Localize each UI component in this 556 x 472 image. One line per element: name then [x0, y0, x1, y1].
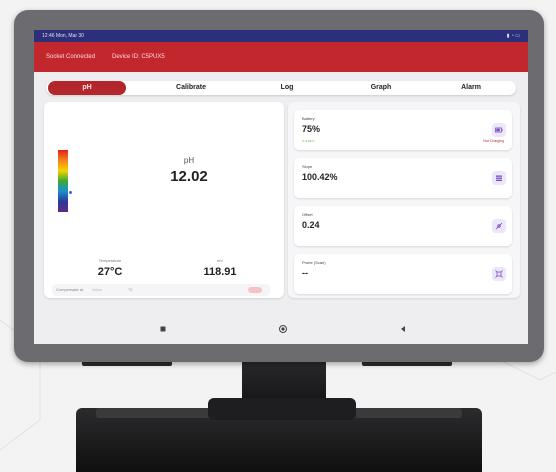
slope-value: 100.42%: [302, 172, 338, 182]
slope-title: Slope: [302, 164, 313, 169]
probe-value: --: [302, 268, 308, 278]
tab-log[interactable]: Log: [242, 81, 332, 95]
offset-title: Offset: [302, 212, 313, 217]
reading-panel: pH 12.02 Temperature 27°C mV 118.91 Comp…: [44, 102, 284, 298]
recents-icon[interactable]: [158, 324, 168, 334]
tab-ph[interactable]: pH: [48, 81, 126, 95]
back-icon[interactable]: [398, 324, 408, 334]
battery-card: Battery 75% V: 3.92 V Not Charging: [294, 110, 512, 150]
offset-card: Offset 0.24: [294, 206, 512, 246]
slope-card: Slope 100.42%: [294, 158, 512, 198]
device-id: Device ID: C5PUX5: [112, 54, 165, 60]
mv-value: 118.91: [203, 266, 237, 278]
home-icon[interactable]: [278, 324, 288, 334]
temperature-value: 27°C: [97, 266, 123, 278]
ph-color-scale: [58, 150, 68, 212]
temperature-label: Temperature: [98, 258, 122, 263]
tab-bar: pH Calibrate Log Graph Alarm: [46, 81, 516, 95]
offset-value: 0.24: [302, 220, 320, 230]
mv-label: mV: [217, 258, 223, 263]
probe-title: Probe (Scan): [302, 260, 326, 265]
ph-value: 12.02: [170, 168, 208, 185]
stand-collar: [208, 398, 356, 420]
tab-graph[interactable]: Graph: [336, 81, 426, 95]
battery-voltage: V: 3.92 V: [302, 139, 315, 143]
tab-calibrate[interactable]: Calibrate: [146, 81, 236, 95]
compensation-label: Compensate at: [56, 287, 84, 292]
offset-icon: [492, 219, 506, 233]
battery-icon: [492, 123, 506, 137]
ph-label: pH: [183, 156, 195, 165]
compensation-field[interactable]: Compensate at Value °C: [52, 284, 270, 296]
status-icons: ▮ ◔ ▭: [506, 33, 520, 39]
compensation-toggle[interactable]: [248, 287, 262, 293]
status-time: 12:46 Mon, Mar 30: [42, 33, 84, 39]
probe-icon: [492, 267, 506, 281]
slope-icon: [492, 171, 506, 185]
tablet-screen: 12:46 Mon, Mar 30 ▮ ◔ ▭ Socket Connected…: [34, 30, 528, 344]
status-cards-panel: Battery 75% V: 3.92 V Not Charging Slope…: [288, 102, 520, 298]
navigation-bar: [34, 314, 528, 344]
battery-title: Battery: [302, 116, 315, 121]
ph-scale-marker: [69, 191, 72, 195]
compensation-input[interactable]: Value: [92, 284, 102, 296]
tab-alarm[interactable]: Alarm: [426, 81, 516, 95]
probe-card: Probe (Scan) --: [294, 254, 512, 294]
compensation-unit: °C: [128, 287, 133, 292]
status-bar: 12:46 Mon, Mar 30 ▮ ◔ ▭: [34, 30, 528, 42]
connection-status: Socket Connected: [46, 54, 96, 60]
charging-state: Not Charging: [483, 139, 504, 143]
app-bar: Socket Connected Device ID: C5PUX5: [34, 42, 528, 72]
battery-value: 75%: [302, 124, 321, 134]
